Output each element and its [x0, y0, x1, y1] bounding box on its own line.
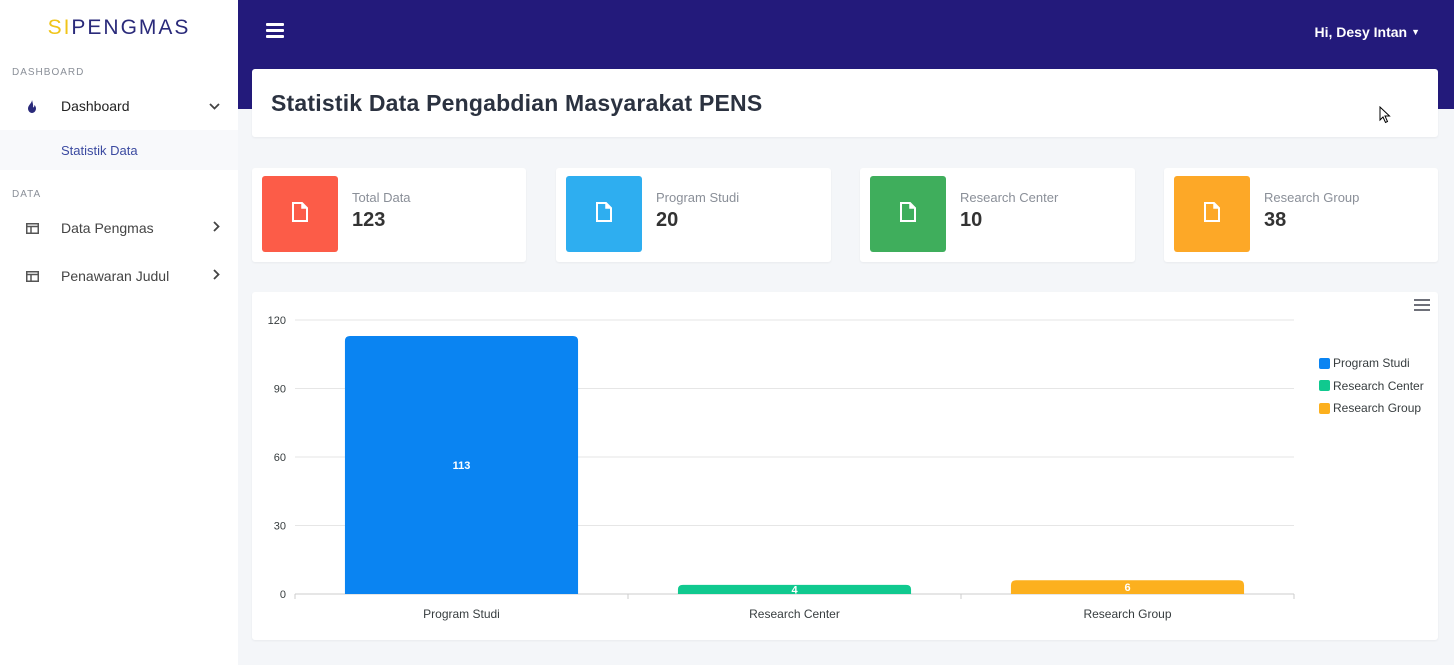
page-title: Statistik Data Pengabdian Masyarakat PEN… [271, 89, 763, 116]
sidebar-subitem-statistik-data[interactable]: Statistik Data [0, 130, 238, 170]
menu-toggle-icon[interactable] [266, 23, 284, 41]
stat-label: Research Group [1264, 190, 1360, 205]
legend-label: Research Center [1333, 378, 1424, 393]
y-tick-label: 60 [274, 452, 286, 464]
legend-label: Research Group [1333, 401, 1422, 416]
stat-label: Total Data [352, 190, 411, 205]
sidebar-item-label: Data Pengmas [61, 220, 154, 236]
stat-card-research-group: Research Group 38 [1164, 168, 1438, 262]
sidebar-item-label: Penawaran Judul [61, 268, 170, 284]
y-tick-label: 0 [280, 589, 286, 601]
page-header: Statistik Data Pengabdian Masyarakat PEN… [252, 69, 1438, 137]
chevron-right-icon [213, 269, 220, 283]
y-tick-label: 30 [274, 521, 286, 533]
stat-label: Research Center [960, 190, 1059, 205]
x-tick-label: Research Center [749, 607, 840, 621]
chart-legend: Program Studi Research Center Research Gro… [1319, 352, 1424, 420]
mouse-cursor-icon [1379, 106, 1391, 124]
sidebar-item-data-pengmas[interactable]: Data Pengmas [0, 204, 238, 252]
legend-item[interactable]: Research Group [1319, 397, 1424, 420]
brand-part-2: PENGMAS [71, 15, 191, 39]
file-icon [1204, 201, 1220, 227]
bar-data-label: 113 [453, 460, 471, 472]
sidebar-item-penawaran-judul[interactable]: Penawaran Judul [0, 252, 238, 300]
chevron-right-icon [213, 221, 220, 235]
brand-logo[interactable]: SI PENGMAS [0, 0, 238, 55]
stat-card-program-studi: Program Studi 20 [556, 168, 831, 262]
chevron-down-icon [209, 99, 220, 113]
file-icon [900, 201, 916, 227]
sidebar-item-dashboard[interactable]: Dashboard [0, 82, 238, 130]
stat-value: 20 [656, 209, 679, 231]
stat-card-research-center: Research Center 10 [860, 168, 1135, 262]
stat-value: 123 [352, 209, 386, 231]
user-menu-dropdown[interactable]: Hi, Desy Intan ▼ [1314, 24, 1420, 40]
table-icon [24, 220, 40, 236]
legend-swatch [1319, 380, 1330, 392]
bar-chart: 0 30 60 90 120 113 Program Studi 4 Research Cent… [268, 315, 1295, 621]
chart-menu-icon[interactable] [1414, 299, 1430, 311]
stat-icon-box [566, 176, 642, 252]
stat-card-total-data: Total Data 123 [252, 168, 526, 262]
user-greeting: Hi, Desy Intan [1314, 24, 1408, 40]
legend-item[interactable]: Research Center [1319, 375, 1424, 398]
stat-icon-box [1174, 176, 1250, 252]
y-tick-label: 120 [268, 315, 286, 327]
bar-data-label: 4 [791, 584, 798, 596]
legend-item[interactable]: Program Studi [1319, 352, 1424, 375]
bar-data-label: 6 [1124, 582, 1130, 594]
table-icon [24, 268, 40, 284]
legend-swatch [1319, 357, 1330, 369]
sidebar-item-label: Dashboard [61, 98, 130, 114]
sidebar-heading-data: DATA [12, 189, 42, 200]
stat-value: 38 [1264, 209, 1287, 231]
brand-part-1: SI [47, 15, 72, 39]
chart-card: 0 30 60 90 120 113 Program Studi 4 Research Cent… [252, 292, 1438, 640]
sidebar: SI PENGMAS DASHBOARD Dashboard Statistik … [0, 0, 238, 665]
stat-icon-box [262, 176, 338, 252]
file-icon [596, 201, 612, 227]
sidebar-heading-dashboard: DASHBOARD [12, 67, 85, 78]
x-tick-label: Program Studi [423, 607, 500, 621]
legend-swatch [1319, 402, 1330, 414]
stat-value: 10 [960, 209, 983, 231]
caret-down-icon: ▼ [1411, 27, 1420, 37]
y-tick-label: 90 [274, 384, 286, 396]
file-icon [292, 201, 308, 227]
x-tick-label: Research Group [1083, 607, 1171, 621]
fire-icon [24, 98, 40, 114]
stat-icon-box [870, 176, 946, 252]
stat-label: Program Studi [656, 190, 740, 205]
legend-label: Program Studi [1333, 356, 1410, 371]
